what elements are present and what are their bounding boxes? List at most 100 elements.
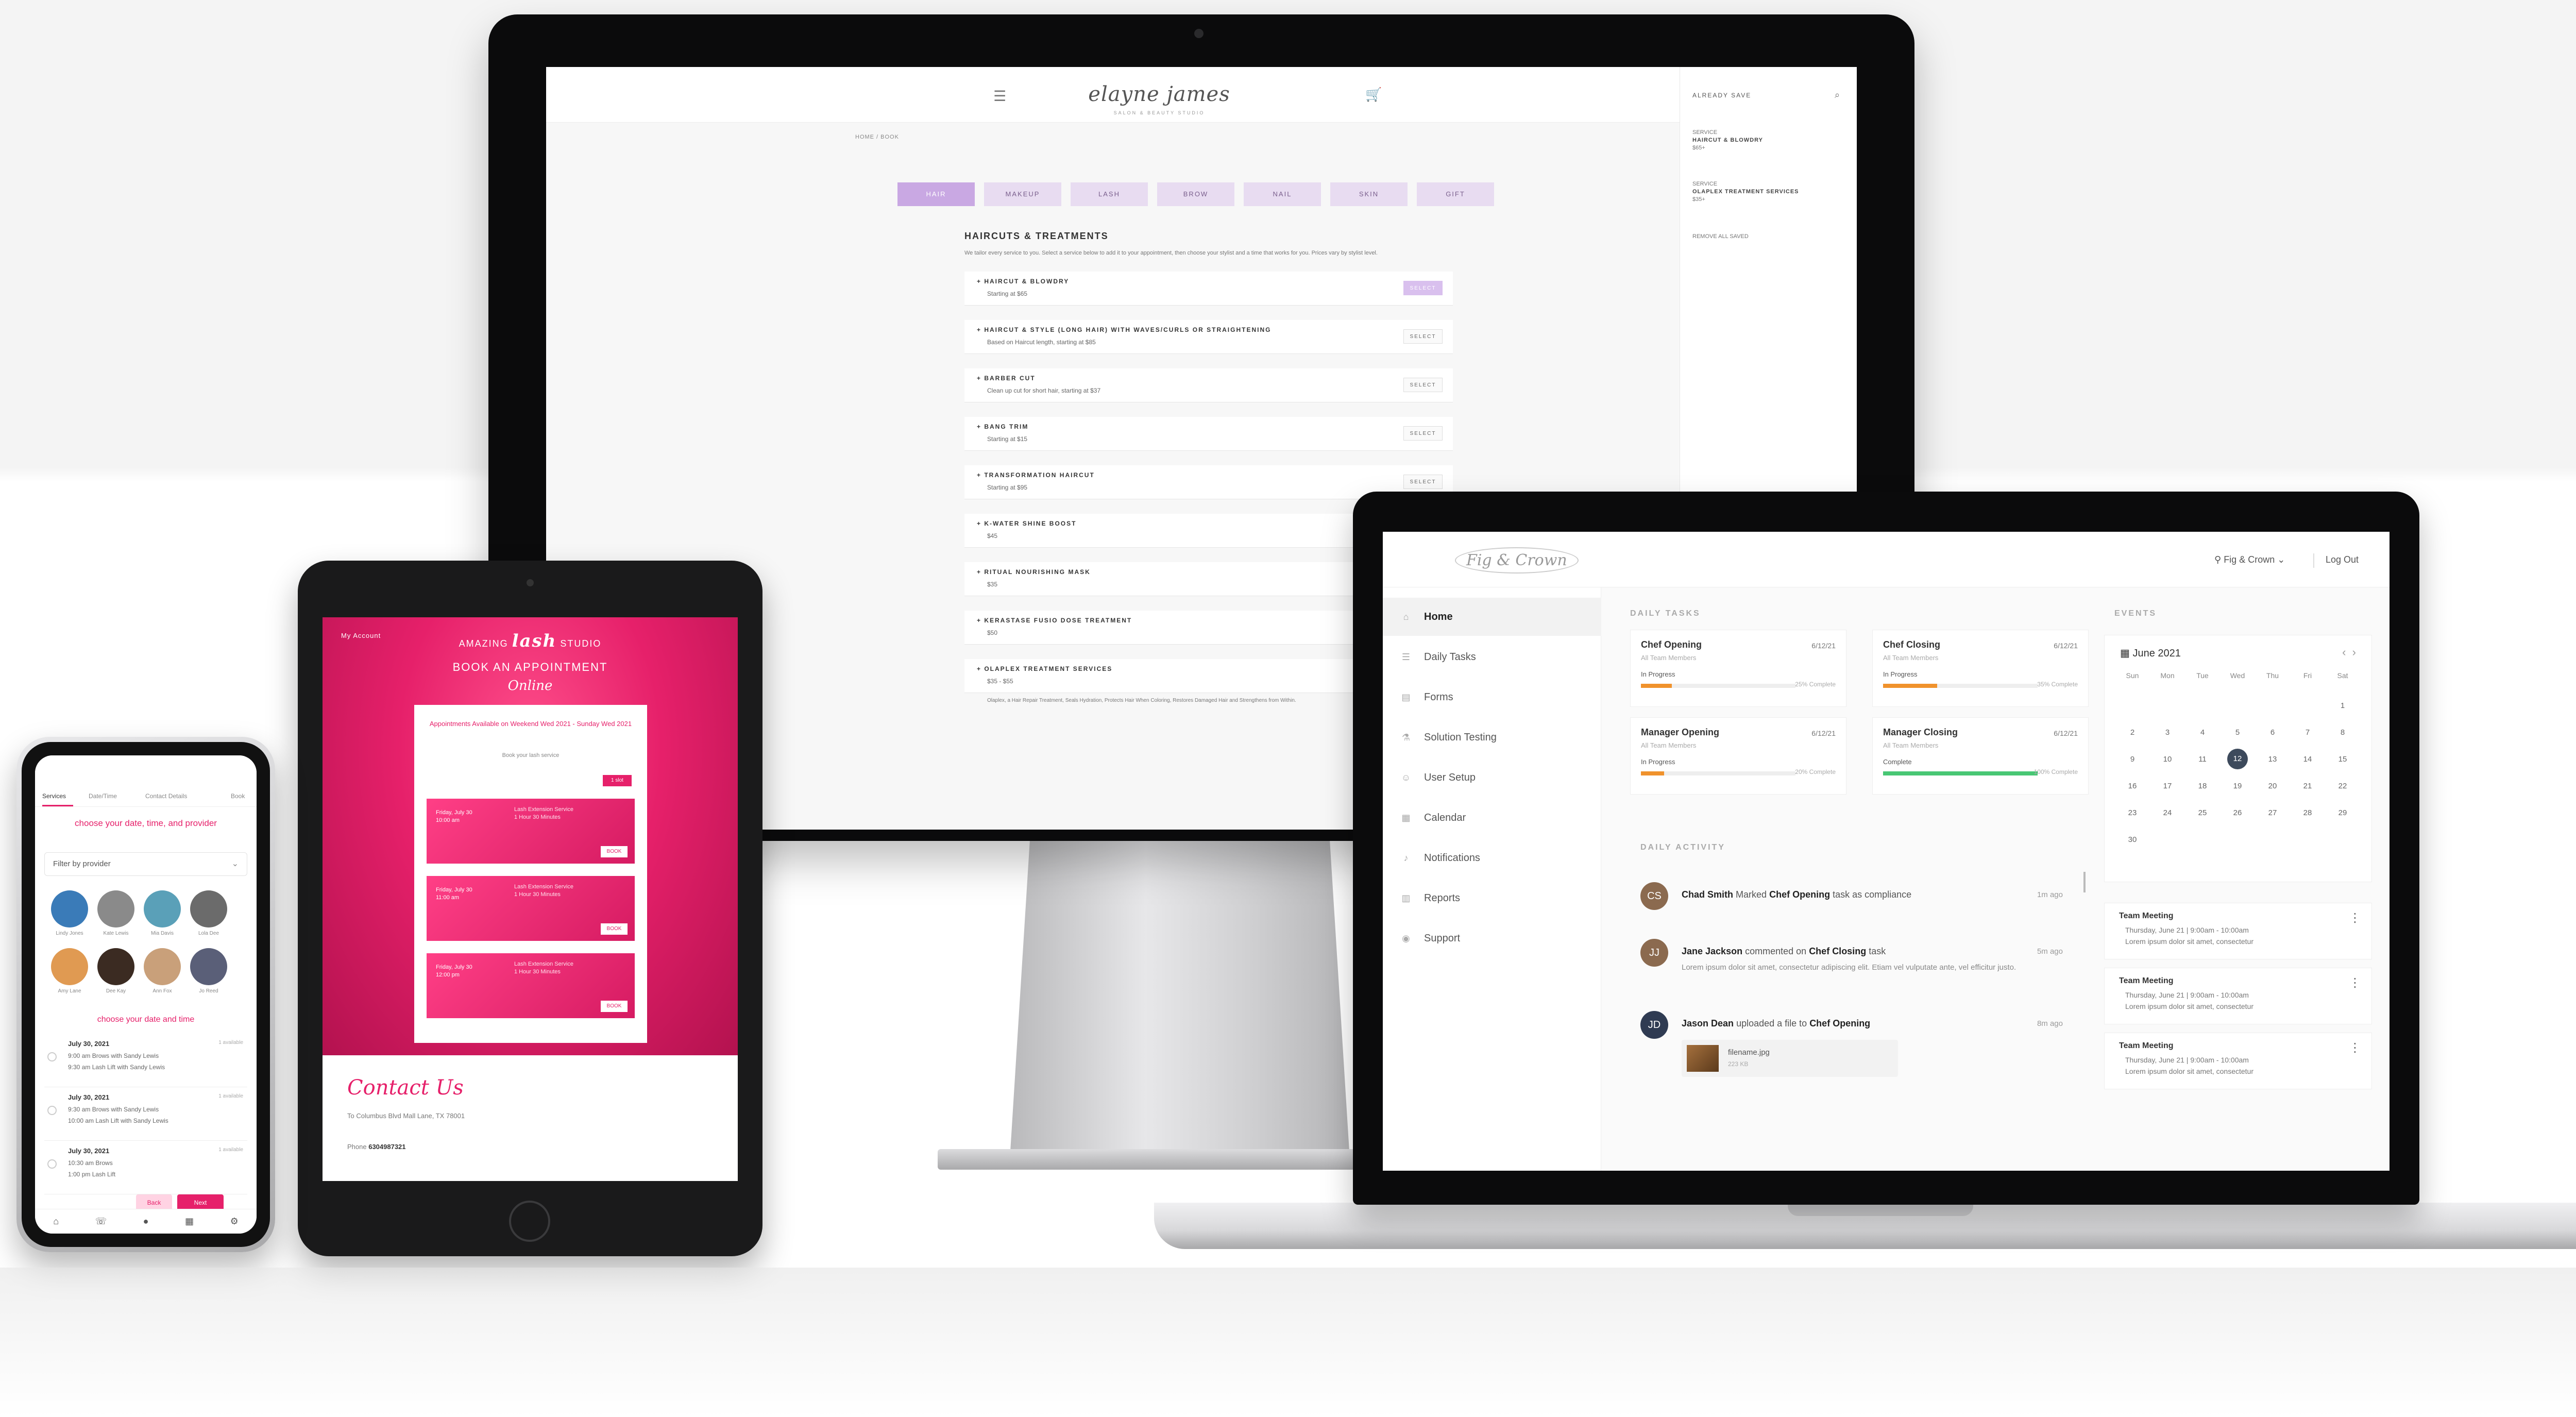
calendar-day[interactable]: 15	[2325, 746, 2360, 772]
location-selector[interactable]: ⚲ Fig & Crown ⌄	[2214, 554, 2285, 565]
phone-number[interactable]: Phone 6304987321	[347, 1143, 406, 1151]
more-options-icon[interactable]: ⋮	[2349, 975, 2361, 990]
provider-filter[interactable]: Filter by provider ⌄	[44, 852, 247, 876]
step-tab[interactable]: Book	[231, 792, 245, 800]
slot-tag[interactable]: 1 slot	[603, 775, 632, 786]
provider-avatar[interactable]: Amy Lane	[46, 948, 93, 1006]
calendar-day[interactable]: 3	[2150, 719, 2185, 746]
calendar-day[interactable]: 25	[2185, 799, 2220, 826]
dashboard-logo[interactable]: Fig & Crown	[1455, 547, 1579, 573]
provider-avatar[interactable]: Ann Fox	[139, 948, 185, 1006]
calendar-icon[interactable]: ▦	[185, 1216, 194, 1227]
radio-button[interactable]	[47, 1106, 57, 1115]
home-button[interactable]	[509, 1201, 550, 1242]
remove-all-link[interactable]: REMOVE ALL SAVED	[1692, 233, 1842, 241]
calendar-day[interactable]: 18	[2185, 772, 2220, 799]
calendar-day[interactable]: 10	[2150, 746, 2185, 772]
step-tab[interactable]: Services	[42, 792, 66, 800]
provider-avatar[interactable]: Mia Davis	[139, 890, 185, 948]
calendar-day[interactable]: 17	[2150, 772, 2185, 799]
calendar-day[interactable]: 14	[2290, 746, 2325, 772]
category-tab[interactable]: GIFT	[1417, 182, 1494, 206]
activity-target[interactable]: Chef Closing	[1809, 946, 1866, 956]
appointment-slot[interactable]: Friday, July 30 11:00 am Lash Extension S…	[427, 876, 635, 941]
activity-user[interactable]: Chad Smith	[1682, 889, 1733, 900]
location-icon[interactable]: ●	[143, 1216, 149, 1227]
more-options-icon[interactable]: ⋮	[2349, 1040, 2361, 1055]
service-item[interactable]: + BANG TRIM Starting at $15 SELECT	[964, 417, 1453, 451]
sidebar-item-home[interactable]: ⌂ Home	[1383, 598, 1601, 636]
provider-avatar[interactable]: Dee Kay	[93, 948, 139, 1006]
sidebar-item-solution-testing[interactable]: ⚗ Solution Testing	[1383, 718, 1601, 756]
category-tab[interactable]: LASH	[1071, 182, 1148, 206]
cart-icon[interactable]: 🛒	[1365, 87, 1382, 103]
provider-avatar[interactable]: Jo Reed	[185, 948, 232, 1006]
calendar-day[interactable]: 30	[2115, 826, 2150, 853]
hamburger-menu-icon[interactable]: ☰	[993, 88, 1006, 105]
select-button[interactable]: SELECT	[1403, 426, 1443, 441]
time-slot-row[interactable]: July 30, 2021 9:00 am Brows with Sandy Le…	[44, 1034, 247, 1087]
logout-button[interactable]: Log Out	[2326, 554, 2359, 565]
step-tab[interactable]: Date/Time	[89, 792, 117, 800]
calendar-nav[interactable]: ‹ ›	[2342, 646, 2356, 659]
time-slot-row[interactable]: July 30, 2021 9:30 am Brows with Sandy Le…	[44, 1087, 247, 1141]
more-options-icon[interactable]: ⋮	[2349, 910, 2361, 925]
calendar-day[interactable]: 12	[2220, 746, 2255, 772]
sidebar-item-notifications[interactable]: ♪ Notifications	[1383, 839, 1601, 877]
calendar-day[interactable]: 6	[2255, 719, 2290, 746]
service-item[interactable]: + BARBER CUT Clean up cut for short hair,…	[964, 368, 1453, 402]
step-tab[interactable]: Contact Details	[145, 792, 187, 800]
appointment-slot[interactable]: Friday, July 30 10:00 am Lash Extension S…	[427, 799, 635, 864]
calendar-day[interactable]: 20	[2255, 772, 2290, 799]
activity-item[interactable]: JJ Jane Jackson commented on Chef Closing…	[1640, 939, 2063, 1001]
activity-item[interactable]: CS Chad Smith Marked Chef Opening task as…	[1640, 882, 2063, 944]
home-icon[interactable]: ⌂	[53, 1216, 59, 1227]
calendar-day[interactable]: 21	[2290, 772, 2325, 799]
radio-button[interactable]	[47, 1159, 57, 1169]
service-item[interactable]: + HAIRCUT & BLOWDRY Starting at $65 SELECT	[964, 272, 1453, 306]
appointment-slot[interactable]: Friday, July 30 12:00 pm Lash Extension S…	[427, 953, 635, 1018]
select-button[interactable]: SELECT	[1403, 378, 1443, 392]
sidebar-item-daily-tasks[interactable]: ☰ Daily Tasks	[1383, 638, 1601, 676]
book-slot-button[interactable]: BOOK	[601, 923, 628, 935]
category-tab[interactable]: SKIN	[1330, 182, 1408, 206]
sidebar-item-user-setup[interactable]: ☺ User Setup	[1383, 758, 1601, 797]
category-tab[interactable]: BROW	[1157, 182, 1234, 206]
sidebar-item-reports[interactable]: ▥ Reports	[1383, 879, 1601, 917]
provider-avatar[interactable]: Lindy Jones	[46, 890, 93, 948]
settings-icon[interactable]: ⚙	[230, 1216, 239, 1227]
saved-item[interactable]: SERVICE HAIRCUT & BLOWDRY $65+	[1692, 129, 1842, 152]
saved-item[interactable]: SERVICE OLAPLEX TREATMENT SERVICES $35+	[1692, 180, 1842, 204]
calendar-day[interactable]: 26	[2220, 799, 2255, 826]
task-card[interactable]: Manager Opening 6/12/21 All Team Members In…	[1630, 717, 1846, 795]
calendar-day[interactable]: 5	[2220, 719, 2255, 746]
calendar-day[interactable]: 2	[2115, 719, 2150, 746]
calendar-day[interactable]: 28	[2290, 799, 2325, 826]
calendar-day[interactable]: 8	[2325, 719, 2360, 746]
breadcrumb[interactable]: HOME / BOOK	[855, 134, 899, 140]
select-button[interactable]: SELECT	[1403, 281, 1443, 295]
service-item[interactable]: + HAIRCUT & STYLE (LONG HAIR) WITH WAVES…	[964, 320, 1453, 354]
sidebar-item-forms[interactable]: ▤ Forms	[1383, 678, 1601, 716]
provider-avatar[interactable]: Lola Dee	[185, 890, 232, 948]
calendar-day[interactable]: 19	[2220, 772, 2255, 799]
calendar-day[interactable]: 23	[2115, 799, 2150, 826]
activity-item[interactable]: JD Jason Dean uploaded a file to Chef Ope…	[1640, 1011, 2063, 1077]
salon-logo[interactable]: elayne james	[1077, 82, 1242, 106]
calendar-day[interactable]: 7	[2290, 719, 2325, 746]
calendar-day[interactable]: 11	[2185, 746, 2220, 772]
calendar-day[interactable]: 13	[2255, 746, 2290, 772]
calendar-day[interactable]: 24	[2150, 799, 2185, 826]
category-tab[interactable]: HAIR	[897, 182, 975, 206]
event-card[interactable]: Team Meeting Thursday, June 21 | 9:00am -…	[2104, 968, 2372, 1024]
search-icon[interactable]: ⌕	[1835, 90, 1840, 100]
calendar-day[interactable]: 16	[2115, 772, 2150, 799]
file-attachment[interactable]: filename.jpg 223 KB	[1682, 1040, 1898, 1077]
calendar-day[interactable]: 29	[2325, 799, 2360, 826]
calendar-day[interactable]: 22	[2325, 772, 2360, 799]
select-button[interactable]: SELECT	[1403, 475, 1443, 489]
provider-avatar[interactable]: Kate Lewis	[93, 890, 139, 948]
event-card[interactable]: Team Meeting Thursday, June 21 | 9:00am -…	[2104, 903, 2372, 959]
sidebar-item-support[interactable]: ◉ Support	[1383, 919, 1601, 957]
activity-target[interactable]: Chef Opening	[1769, 889, 1830, 900]
